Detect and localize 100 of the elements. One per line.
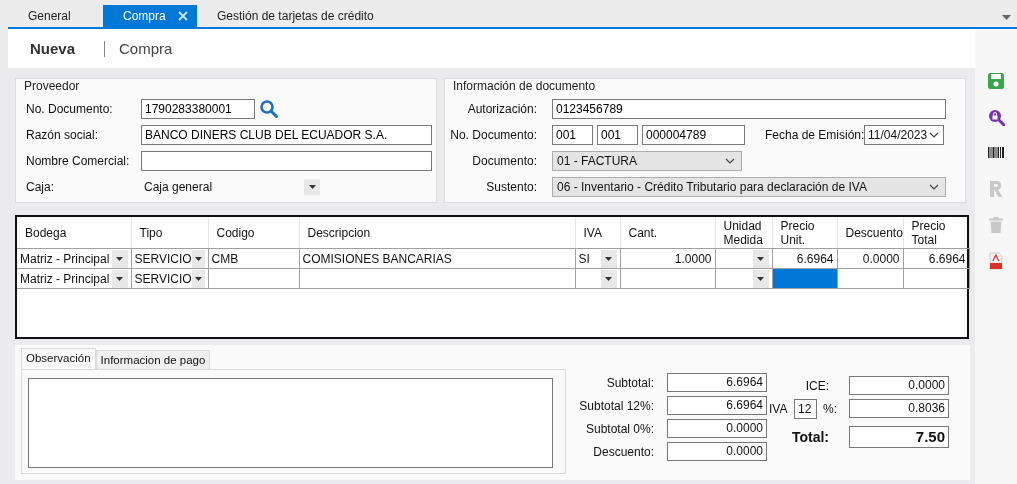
amount-field: 0.8036	[849, 399, 949, 418]
page-title: Nueva	[30, 40, 76, 57]
cell-text: SI	[578, 251, 590, 266]
dropdown-cell[interactable]: SERVICIO	[131, 248, 208, 269]
table-cell[interactable]: CMB	[208, 248, 299, 269]
field-label: Caja:	[26, 180, 55, 194]
dropdown-cell[interactable]	[575, 268, 620, 289]
column-header[interactable]: Descripcion	[299, 217, 575, 249]
total-label: IVA	[769, 401, 789, 416]
dropdown[interactable]: 01 - FACTURA	[552, 151, 742, 171]
input-field[interactable]: 001	[597, 125, 638, 145]
input-field[interactable]: BANCO DINERS CLUB DEL ECUADOR S.A.	[141, 125, 432, 145]
caret-icon	[116, 256, 123, 261]
table-cell[interactable]: 6.6964	[903, 248, 969, 269]
pdf-file-icon[interactable]	[987, 252, 1005, 270]
amount-field: 0.0000	[849, 376, 949, 395]
column-header[interactable]: IVA	[575, 217, 620, 249]
amount-field: 0.0000	[667, 419, 767, 438]
column-header[interactable]: Precio Unit.	[772, 217, 837, 249]
total-label: Descuento:	[592, 444, 654, 459]
total-label: Subtotal:	[605, 375, 654, 390]
column-header[interactable]: Cant.	[620, 217, 715, 249]
chevron-down-icon	[929, 184, 939, 190]
caret-icon	[757, 276, 764, 281]
group-title: Proveedor	[24, 79, 80, 93]
dropdown-button[interactable]	[111, 269, 128, 288]
dropdown-cell[interactable]: Matriz - Principal	[17, 248, 131, 269]
caret-icon	[605, 256, 612, 261]
chevron-down-icon	[929, 132, 939, 138]
table-cell[interactable]	[620, 268, 715, 289]
date-field[interactable]: 11/04/2023	[864, 125, 944, 145]
caret-icon	[605, 276, 612, 281]
dropdown-button[interactable]	[752, 269, 769, 288]
dropdown-button[interactable]	[752, 249, 769, 268]
tab[interactable]: Gestión de tarjetas de crédito	[197, 5, 394, 27]
dropdown-cell[interactable]	[715, 268, 772, 289]
dropdown-cell[interactable]: SI	[575, 248, 620, 269]
cell-text: Matriz - Principal	[20, 251, 110, 266]
dropdown-cell[interactable]: Matriz - Principal	[17, 268, 131, 289]
tab[interactable]: Compra	[103, 5, 197, 27]
lock-magnifier-icon[interactable]	[987, 108, 1005, 126]
column-header[interactable]: Descuento	[837, 217, 903, 249]
dropdown-button[interactable]	[304, 179, 320, 195]
table-cell[interactable]: 1.0000	[620, 248, 715, 269]
table-cell[interactable]	[208, 268, 299, 289]
total-label: ICE:	[804, 378, 829, 393]
group-title: Información de documento	[453, 79, 596, 93]
dropdown-button[interactable]	[111, 249, 128, 268]
field-label: Razón social:	[26, 128, 100, 142]
close-icon[interactable]	[177, 11, 188, 21]
table-cell[interactable]	[837, 268, 903, 289]
tab[interactable]: General	[8, 5, 103, 27]
dropdown-button[interactable]	[191, 249, 205, 268]
dropdown-button[interactable]	[191, 269, 205, 288]
tab[interactable]: Observación	[21, 348, 96, 369]
input-field[interactable]: 000004789	[642, 125, 745, 145]
combo-value[interactable]: Caja general	[141, 180, 304, 194]
caret-icon	[116, 276, 123, 281]
caret-icon	[757, 256, 764, 261]
column-header[interactable]: Bodega	[17, 217, 131, 249]
table-cell[interactable]: 0.0000	[837, 248, 903, 269]
caret-icon[interactable]	[1002, 15, 1011, 20]
column-header[interactable]: Codigo	[208, 217, 299, 249]
amount-field: 6.6964	[667, 373, 767, 392]
rate-field[interactable]: 12	[794, 398, 817, 419]
cell-text: SERVICIO	[134, 251, 192, 266]
table-cell[interactable]	[903, 268, 969, 289]
column-header[interactable]: Tipo	[131, 217, 208, 249]
field-label: Sustento:	[485, 180, 537, 194]
input-field[interactable]: 1790283380001	[141, 99, 255, 119]
text-area[interactable]	[28, 378, 553, 468]
table-cell[interactable]	[299, 268, 575, 289]
cell-text: Matriz - Principal	[20, 271, 110, 286]
input-field[interactable]: 001	[552, 125, 593, 145]
search-icon[interactable]	[259, 99, 279, 119]
amount-field: 0.0000	[667, 442, 767, 461]
total-label: Subtotal 12%:	[578, 398, 654, 413]
total-label: Subtotal 0%:	[584, 421, 654, 436]
dropdown-cell[interactable]	[715, 248, 772, 269]
caret-icon	[194, 276, 202, 281]
dropdown[interactable]: 06 - Inventario - Crédito Tributario para declaración de IVA	[552, 177, 946, 197]
caret-icon	[308, 185, 316, 189]
caret-icon	[194, 256, 202, 261]
dropdown-button[interactable]	[600, 249, 617, 268]
field-label: Autorización:	[466, 102, 537, 116]
dropdown-button[interactable]	[600, 269, 617, 288]
input-field[interactable]: 0123456789	[552, 99, 946, 119]
input-field[interactable]	[141, 151, 432, 171]
dropdown-cell[interactable]: SERVICIO	[131, 268, 208, 289]
column-header[interactable]: Unidad Medida	[715, 217, 772, 249]
total-label: Total:	[790, 429, 829, 445]
column-header[interactable]: Precio Total	[903, 217, 969, 249]
total-label: %:	[823, 401, 838, 416]
tab[interactable]: Informacion de pago	[95, 350, 211, 369]
page-subtitle: Compra	[119, 40, 173, 57]
field-label: No. Documento:	[26, 102, 114, 116]
field-label: Nombre Comercial:	[26, 154, 131, 168]
table-cell[interactable]: 6.6964	[772, 248, 837, 269]
amount-field: 7.50	[849, 426, 949, 448]
table-cell[interactable]: COMISIONES BANCARIAS	[299, 248, 575, 269]
